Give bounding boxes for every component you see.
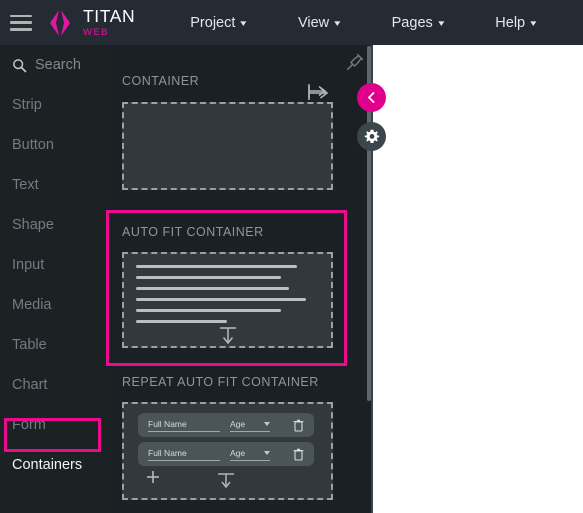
- sidebar-item-button[interactable]: Button: [0, 125, 106, 165]
- brand-text: TITAN WEB: [83, 6, 136, 38]
- search-placeholder: Search: [35, 57, 81, 73]
- repeater-row[interactable]: Full Name Age: [138, 413, 314, 437]
- container-preview[interactable]: [122, 102, 333, 190]
- menu-item-help[interactable]: Help ▾: [482, 9, 548, 37]
- sidebar-item-media[interactable]: Media: [0, 285, 106, 325]
- sidebar-item-table[interactable]: Table: [0, 325, 106, 365]
- repeater-row[interactable]: Full Name Age: [138, 442, 314, 466]
- sidebar-item-label: Input: [12, 257, 45, 273]
- text-line: [136, 287, 290, 290]
- text-line: [136, 309, 281, 312]
- sidebar-item-label: Media: [12, 297, 52, 313]
- menu-item-project[interactable]: Project ▾: [177, 9, 259, 37]
- section-title-repeat-auto-fit-container: REPEAT AUTO FIT CONTAINER: [122, 375, 319, 389]
- gear-icon: [364, 129, 379, 143]
- full-name-field[interactable]: Full Name: [148, 448, 220, 461]
- menu-item-pages[interactable]: Pages ▾: [379, 9, 457, 37]
- arrow-down-bar-icon: [218, 473, 234, 489]
- chevron-left-icon: [368, 92, 375, 103]
- text-line: [136, 320, 228, 323]
- age-dropdown-label: Age: [230, 418, 246, 429]
- text-line: [136, 265, 298, 268]
- sidebar-item-label: Table: [12, 337, 47, 353]
- sidebar-item-label: Button: [12, 137, 54, 153]
- menu-item-label: View: [297, 14, 330, 31]
- sidebar-item-form[interactable]: Form: [0, 405, 106, 445]
- sidebar-item-label: Shape: [12, 217, 54, 233]
- sidebar-item-label: Strip: [12, 97, 42, 113]
- menu-item-view[interactable]: View ▾: [285, 9, 353, 37]
- section-title-auto-fit-container: AUTO FIT CONTAINER: [122, 225, 264, 239]
- search-icon: [13, 58, 27, 72]
- repeat-auto-fit-container-preview[interactable]: Full Name Age Full Name Age: [122, 402, 333, 500]
- sidebar-item-input[interactable]: Input: [0, 245, 106, 285]
- full-name-field[interactable]: Full Name: [148, 419, 220, 432]
- chevron-down-icon: ▾: [240, 18, 247, 28]
- menu-item-label: Help: [495, 14, 526, 31]
- app-root: TITAN WEB Project ▾ View ▾ Pages ▾ Help …: [0, 0, 583, 513]
- trash-icon[interactable]: [293, 419, 304, 432]
- main-menu: Project ▾ View ▾ Pages ▾ Help ▾: [177, 9, 548, 37]
- pin-icon[interactable]: [345, 52, 365, 72]
- text-lines-graphic: [136, 265, 343, 331]
- sidebar-item-chart[interactable]: Chart: [0, 365, 106, 405]
- hamburger-line: [10, 28, 32, 31]
- chevron-down-icon: ▾: [334, 18, 341, 28]
- titan-logo-icon: [50, 9, 70, 36]
- hamburger-line: [10, 14, 32, 17]
- brand-logo[interactable]: TITAN WEB: [46, 6, 136, 38]
- age-dropdown-label: Age: [230, 447, 246, 458]
- caret-down-icon: [264, 450, 270, 455]
- text-line: [136, 298, 306, 301]
- search-input[interactable]: Search: [0, 45, 106, 85]
- trash-icon[interactable]: [293, 448, 304, 461]
- arrow-down-bar-icon: [220, 327, 236, 345]
- panel-settings-button[interactable]: [357, 122, 386, 151]
- age-dropdown[interactable]: Age: [230, 419, 270, 432]
- top-bar: TITAN WEB Project ▾ View ▾ Pages ▾ Help …: [0, 0, 583, 45]
- chevron-down-icon: ▾: [530, 18, 537, 28]
- sidebar-item-shape[interactable]: Shape: [0, 205, 106, 245]
- arrow-right-bar-icon: [308, 84, 327, 98]
- auto-fit-container-preview[interactable]: [122, 252, 333, 348]
- panel-divider: [371, 45, 373, 513]
- sidebar-item-strip[interactable]: Strip: [0, 85, 106, 125]
- brand-title: TITAN: [83, 6, 136, 26]
- text-line: [136, 276, 281, 279]
- section-title-container: CONTAINER: [122, 74, 200, 88]
- brand-subtitle: WEB: [83, 26, 109, 38]
- menu-item-label: Pages: [391, 14, 433, 31]
- caret-down-icon: [264, 421, 270, 426]
- sidebar-item-text[interactable]: Text: [0, 165, 106, 205]
- sidebar-item-label: Containers: [12, 457, 83, 473]
- sidebar: Search Strip Button Text Shape Input Med…: [0, 45, 106, 513]
- sidebar-item-label: Chart: [12, 377, 48, 393]
- collapse-panel-button[interactable]: [357, 83, 386, 112]
- containers-panel: CONTAINER AUTO FIT CONTAINER REPEAT AUTO…: [106, 45, 372, 513]
- age-dropdown[interactable]: Age: [230, 448, 270, 461]
- hamburger-line: [10, 21, 32, 24]
- menu-item-label: Project: [190, 14, 236, 31]
- chevron-down-icon: ▾: [437, 18, 445, 28]
- sidebar-item-label: Form: [12, 417, 46, 433]
- sidebar-item-containers[interactable]: Containers: [0, 445, 106, 485]
- sidebar-item-label: Text: [12, 177, 39, 193]
- add-row-plus-icon[interactable]: [146, 470, 160, 484]
- hamburger-menu-icon[interactable]: [10, 14, 32, 31]
